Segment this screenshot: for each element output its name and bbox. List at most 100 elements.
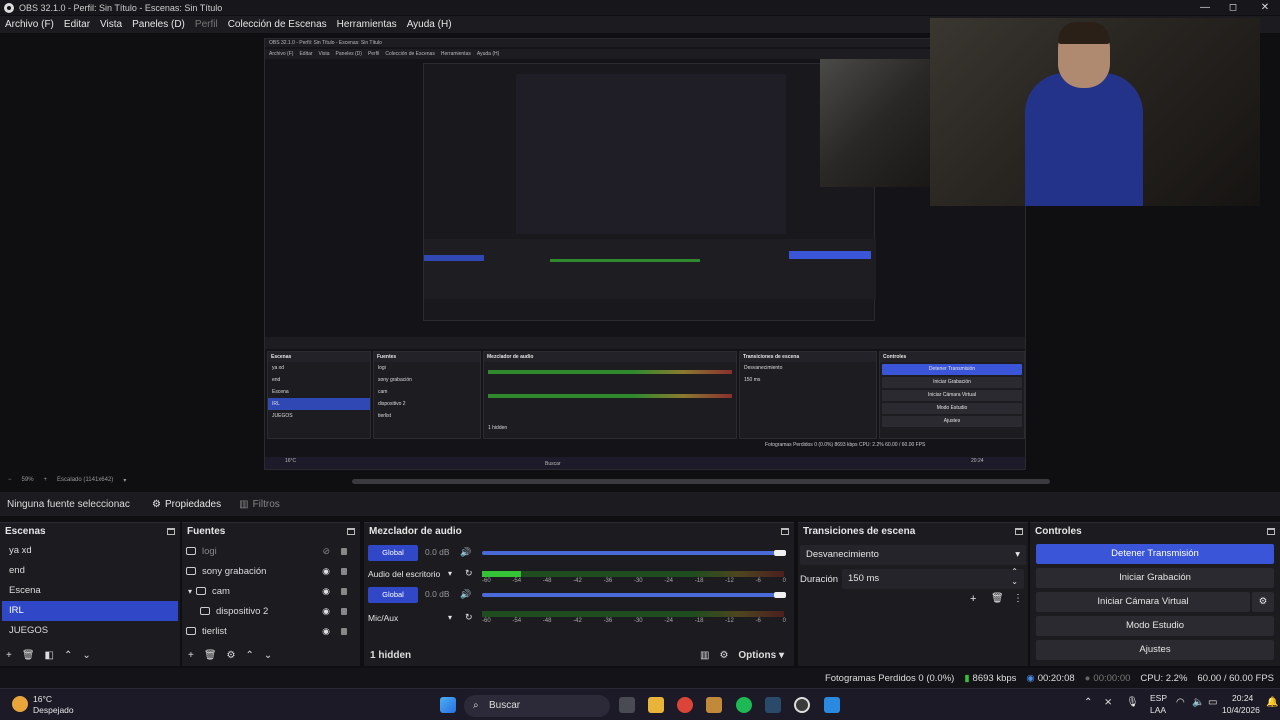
add-icon[interactable]: +	[970, 593, 976, 605]
menu-perfil[interactable]: Perfil	[195, 19, 218, 30]
taskbar-search[interactable]: ⌕ Buscar	[464, 695, 610, 717]
settings-button[interactable]: Ajustes	[1036, 640, 1274, 660]
undock-icon[interactable]	[1015, 527, 1023, 535]
properties-button[interactable]: ⚙ Propiedades	[146, 496, 227, 513]
file-explorer-icon[interactable]	[648, 697, 664, 713]
filter-icon[interactable]: ◧	[45, 650, 54, 661]
volume-knob[interactable]	[774, 592, 786, 598]
lock-icon[interactable]	[341, 587, 347, 595]
maximize-button[interactable]: ◻	[1218, 0, 1248, 15]
monitor-icon[interactable]: ↻	[465, 612, 473, 623]
add-icon[interactable]: +	[6, 650, 12, 661]
scene-item[interactable]: ya xd	[2, 541, 178, 561]
battery-icon[interactable]: ▭	[1208, 697, 1217, 708]
scene-item[interactable]: JUEGOS	[2, 621, 178, 641]
move-up-icon[interactable]: ⌃	[64, 650, 72, 661]
windows-start-icon[interactable]	[440, 697, 456, 713]
undock-icon[interactable]	[347, 527, 355, 535]
start-virtual-camera-button[interactable]: Iniciar Cámara Virtual	[1036, 592, 1250, 612]
add-icon[interactable]: +	[188, 650, 194, 661]
source-item[interactable]: logi ⊘	[182, 541, 360, 561]
undock-icon[interactable]	[781, 527, 789, 535]
stop-streaming-button[interactable]: Detener Transmisión	[1036, 544, 1274, 564]
move-down-icon[interactable]: ⌄	[82, 650, 90, 661]
transition-select[interactable]: Desvanecimiento ▾	[800, 545, 1026, 565]
webcam-source[interactable]	[930, 18, 1260, 206]
chevron-down-icon[interactable]: ▾	[123, 477, 126, 484]
lock-icon[interactable]	[341, 567, 347, 575]
chevron-up-icon[interactable]: ⌃	[1084, 697, 1092, 708]
eye-icon[interactable]: ◉	[322, 626, 330, 637]
weather-temp[interactable]: 16°C	[33, 694, 52, 704]
lock-icon[interactable]	[341, 627, 347, 635]
chevron-down-icon[interactable]: ▾	[448, 569, 452, 578]
trash-icon[interactable]: 🗑	[991, 593, 1004, 604]
menu-paneles[interactable]: Paneles (D)	[132, 19, 185, 30]
clock-time[interactable]: 20:24	[1232, 693, 1253, 703]
chevron-down-icon[interactable]: ▾	[188, 587, 192, 596]
move-down-icon[interactable]: ⌄	[264, 650, 272, 661]
layout-icon[interactable]: ▥	[700, 650, 709, 661]
scaled-resolution[interactable]: Escalado (1141x642)	[57, 477, 113, 483]
eye-icon[interactable]: ◉	[322, 606, 330, 617]
zoom-out-icon[interactable]: −	[8, 477, 12, 483]
volume-slider[interactable]	[482, 551, 782, 555]
obs-icon[interactable]	[794, 697, 810, 713]
virtual-camera-settings-button[interactable]: ⚙	[1252, 592, 1274, 612]
chevron-down-icon[interactable]: ▾	[448, 613, 452, 622]
preview-scrollbar[interactable]	[352, 479, 1050, 484]
start-recording-button[interactable]: Iniciar Grabación	[1036, 568, 1274, 588]
mic-icon[interactable]: 🎙	[1126, 697, 1139, 708]
hidden-count[interactable]: 1 hidden	[370, 650, 411, 661]
volume-icon[interactable]: 🔈	[1192, 697, 1204, 708]
volume-knob[interactable]	[774, 550, 786, 556]
menu-herramientas[interactable]: Herramientas	[337, 19, 397, 30]
network-off-icon[interactable]: ⨯	[1104, 697, 1112, 708]
global-button[interactable]: Global	[368, 587, 418, 603]
notepad-icon[interactable]	[824, 697, 840, 713]
speaker-icon[interactable]: 🔊	[460, 589, 471, 600]
stepper-icon[interactable]: ⌃ ⌄	[1011, 567, 1018, 587]
chrome-icon[interactable]	[677, 697, 693, 713]
options-button[interactable]: Options ▾	[738, 650, 784, 661]
speaker-icon[interactable]: 🔊	[460, 547, 471, 558]
trash-icon[interactable]: 🗑	[22, 650, 35, 661]
steam-icon[interactable]	[765, 697, 781, 713]
app-icon[interactable]	[706, 697, 722, 713]
source-item[interactable]: tierlist ◉	[182, 621, 360, 641]
scene-item-selected[interactable]: IRL	[2, 601, 178, 621]
move-up-icon[interactable]: ⌃	[246, 650, 254, 661]
scene-item[interactable]: end	[2, 561, 178, 581]
keyboard-layout[interactable]: LAA	[1150, 705, 1166, 715]
lock-icon[interactable]	[341, 607, 347, 615]
close-button[interactable]: ✕	[1250, 0, 1280, 15]
menu-coleccion-escenas[interactable]: Colección de Escenas	[228, 19, 327, 30]
menu-archivo[interactable]: Archivo (F)	[5, 19, 54, 30]
scene-item[interactable]: Escena	[2, 581, 178, 601]
notifications-icon[interactable]: 🔔	[1266, 697, 1278, 708]
more-icon[interactable]: ⋮	[1013, 593, 1023, 604]
filters-button[interactable]: ▥ Filtros	[233, 496, 286, 513]
source-group[interactable]: ▾ cam ◉	[182, 581, 360, 601]
minimize-button[interactable]: —	[1190, 0, 1220, 15]
studio-mode-button[interactable]: Modo Estudio	[1036, 616, 1274, 636]
gear-icon[interactable]: ⚙	[227, 650, 236, 661]
eye-hidden-icon[interactable]: ⊘	[322, 546, 330, 557]
duration-input[interactable]: 150 ms ⌃ ⌄	[842, 567, 1024, 589]
undock-icon[interactable]	[1267, 527, 1275, 535]
global-button[interactable]: Global	[368, 545, 418, 561]
language-code[interactable]: ESP	[1150, 693, 1167, 703]
source-item[interactable]: dispositivo 2 ◉	[182, 601, 360, 621]
menu-vista[interactable]: Vista	[100, 19, 122, 30]
eye-icon[interactable]: ◉	[322, 566, 330, 577]
spotify-icon[interactable]	[736, 697, 752, 713]
menu-editar[interactable]: Editar	[64, 19, 90, 30]
monitor-icon[interactable]: ↻	[465, 568, 473, 579]
weather-desc[interactable]: Despejado	[33, 705, 74, 715]
volume-slider[interactable]	[482, 593, 782, 597]
task-view-icon[interactable]	[619, 697, 635, 713]
menu-ayuda[interactable]: Ayuda (H)	[407, 19, 452, 30]
wifi-icon[interactable]: ◠	[1176, 697, 1185, 708]
weather-icon[interactable]	[12, 696, 28, 712]
eye-icon[interactable]: ◉	[322, 586, 330, 597]
